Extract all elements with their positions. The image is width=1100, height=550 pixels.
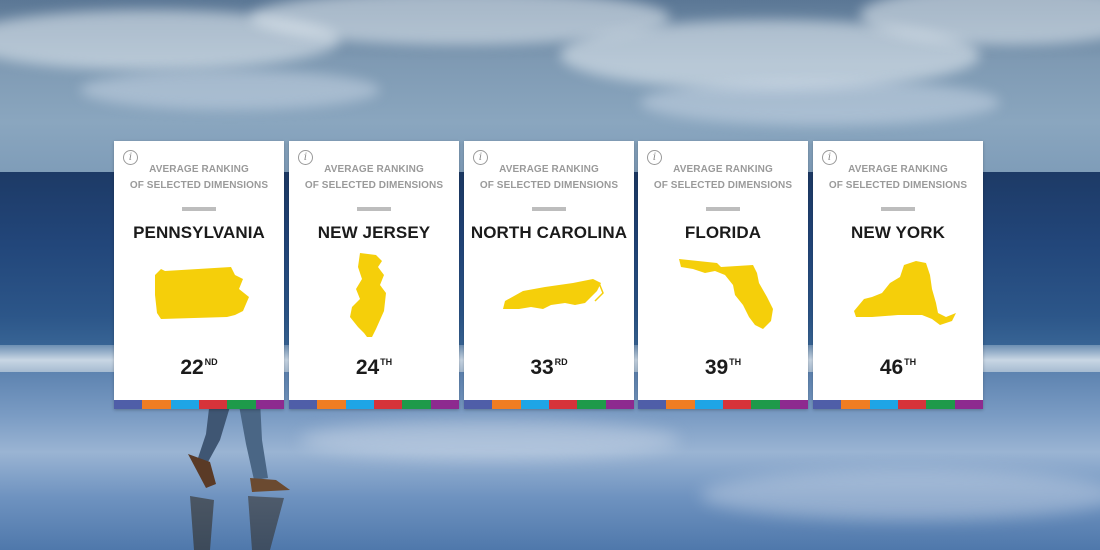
dimension-color-segment	[954, 400, 983, 409]
state-name: NORTH CAROLINA	[470, 223, 628, 242]
dimension-color-segment	[345, 400, 374, 409]
divider	[182, 207, 216, 211]
dimension-color-segment	[227, 400, 256, 409]
state-card-florida[interactable]: i AVERAGE RANKING OF SELECTED DIMENSIONS…	[638, 141, 808, 409]
state-ranking-cards: i AVERAGE RANKING OF SELECTED DIMENSIONS…	[114, 141, 986, 409]
dimension-color-bar	[114, 400, 284, 409]
dimension-color-segment	[605, 400, 634, 409]
dimension-color-segment	[289, 400, 318, 409]
dimension-color-segment	[926, 400, 955, 409]
pennsylvania-map-icon	[155, 267, 249, 319]
rank-value: 33RD	[530, 356, 568, 379]
state-card-north-carolina[interactable]: i AVERAGE RANKING OF SELECTED DIMENSIONS…	[464, 141, 634, 409]
state-card-new-york[interactable]: i AVERAGE RANKING OF SELECTED DIMENSIONS…	[813, 141, 983, 409]
dimension-color-segment	[402, 400, 431, 409]
dimension-color-segment	[638, 400, 667, 409]
dimension-color-segment	[170, 400, 199, 409]
dimension-color-segment	[694, 400, 723, 409]
rank-value: 39TH	[704, 356, 742, 379]
card-caption: AVERAGE RANKING OF SELECTED DIMENSIONS	[304, 164, 444, 191]
florida-map-icon	[679, 259, 773, 329]
dimension-color-segment	[751, 400, 780, 409]
card-caption: AVERAGE RANKING OF SELECTED DIMENSIONS	[828, 164, 968, 191]
north-carolina-map-icon	[503, 279, 604, 309]
state-name: FLORIDA	[684, 223, 762, 242]
dimension-color-segment	[198, 400, 228, 409]
new-york-map-icon	[854, 261, 956, 325]
state-card-new-jersey[interactable]: i AVERAGE RANKING OF SELECTED DIMENSIONS…	[289, 141, 459, 409]
new-jersey-map-icon	[350, 253, 386, 337]
state-card-pennsylvania[interactable]: i AVERAGE RANKING OF SELECTED DIMENSIONS…	[114, 141, 284, 409]
card-caption: AVERAGE RANKING OF SELECTED DIMENSIONS	[653, 164, 793, 191]
dimension-color-segment	[520, 400, 549, 409]
card-caption: AVERAGE RANKING OF SELECTED DIMENSIONS	[129, 164, 269, 191]
dimension-color-segment	[722, 400, 752, 409]
dimension-color-bar	[638, 400, 808, 409]
dimension-color-segment	[548, 400, 578, 409]
divider	[357, 207, 391, 211]
divider	[706, 207, 740, 211]
rank-value: 46TH	[879, 356, 917, 379]
dimension-color-segment	[779, 400, 808, 409]
dimension-color-bar	[464, 400, 634, 409]
dimension-color-segment	[255, 400, 284, 409]
dimension-color-segment	[114, 400, 143, 409]
dimension-color-segment	[464, 400, 493, 409]
dimension-color-segment	[841, 400, 870, 409]
dimension-color-segment	[577, 400, 606, 409]
dimension-color-segment	[813, 400, 842, 409]
walking-person-legs	[188, 400, 290, 550]
dimension-color-segment	[373, 400, 403, 409]
dimension-color-segment	[430, 400, 459, 409]
divider	[532, 207, 566, 211]
divider	[881, 207, 915, 211]
rank-value: 24TH	[355, 356, 393, 379]
dimension-color-segment	[869, 400, 898, 409]
rank-value: 22ND	[180, 356, 218, 379]
dimension-color-bar	[289, 400, 459, 409]
dimension-color-segment	[666, 400, 695, 409]
state-name: NEW JERSEY	[317, 223, 431, 242]
dimension-color-segment	[897, 400, 927, 409]
state-name: NEW YORK	[851, 223, 945, 242]
dimension-color-segment	[142, 400, 171, 409]
card-caption: AVERAGE RANKING OF SELECTED DIMENSIONS	[479, 164, 619, 191]
state-name: PENNSYLVANIA	[133, 223, 265, 242]
dimension-color-segment	[317, 400, 346, 409]
dimension-color-segment	[492, 400, 521, 409]
dimension-color-bar	[813, 400, 983, 409]
